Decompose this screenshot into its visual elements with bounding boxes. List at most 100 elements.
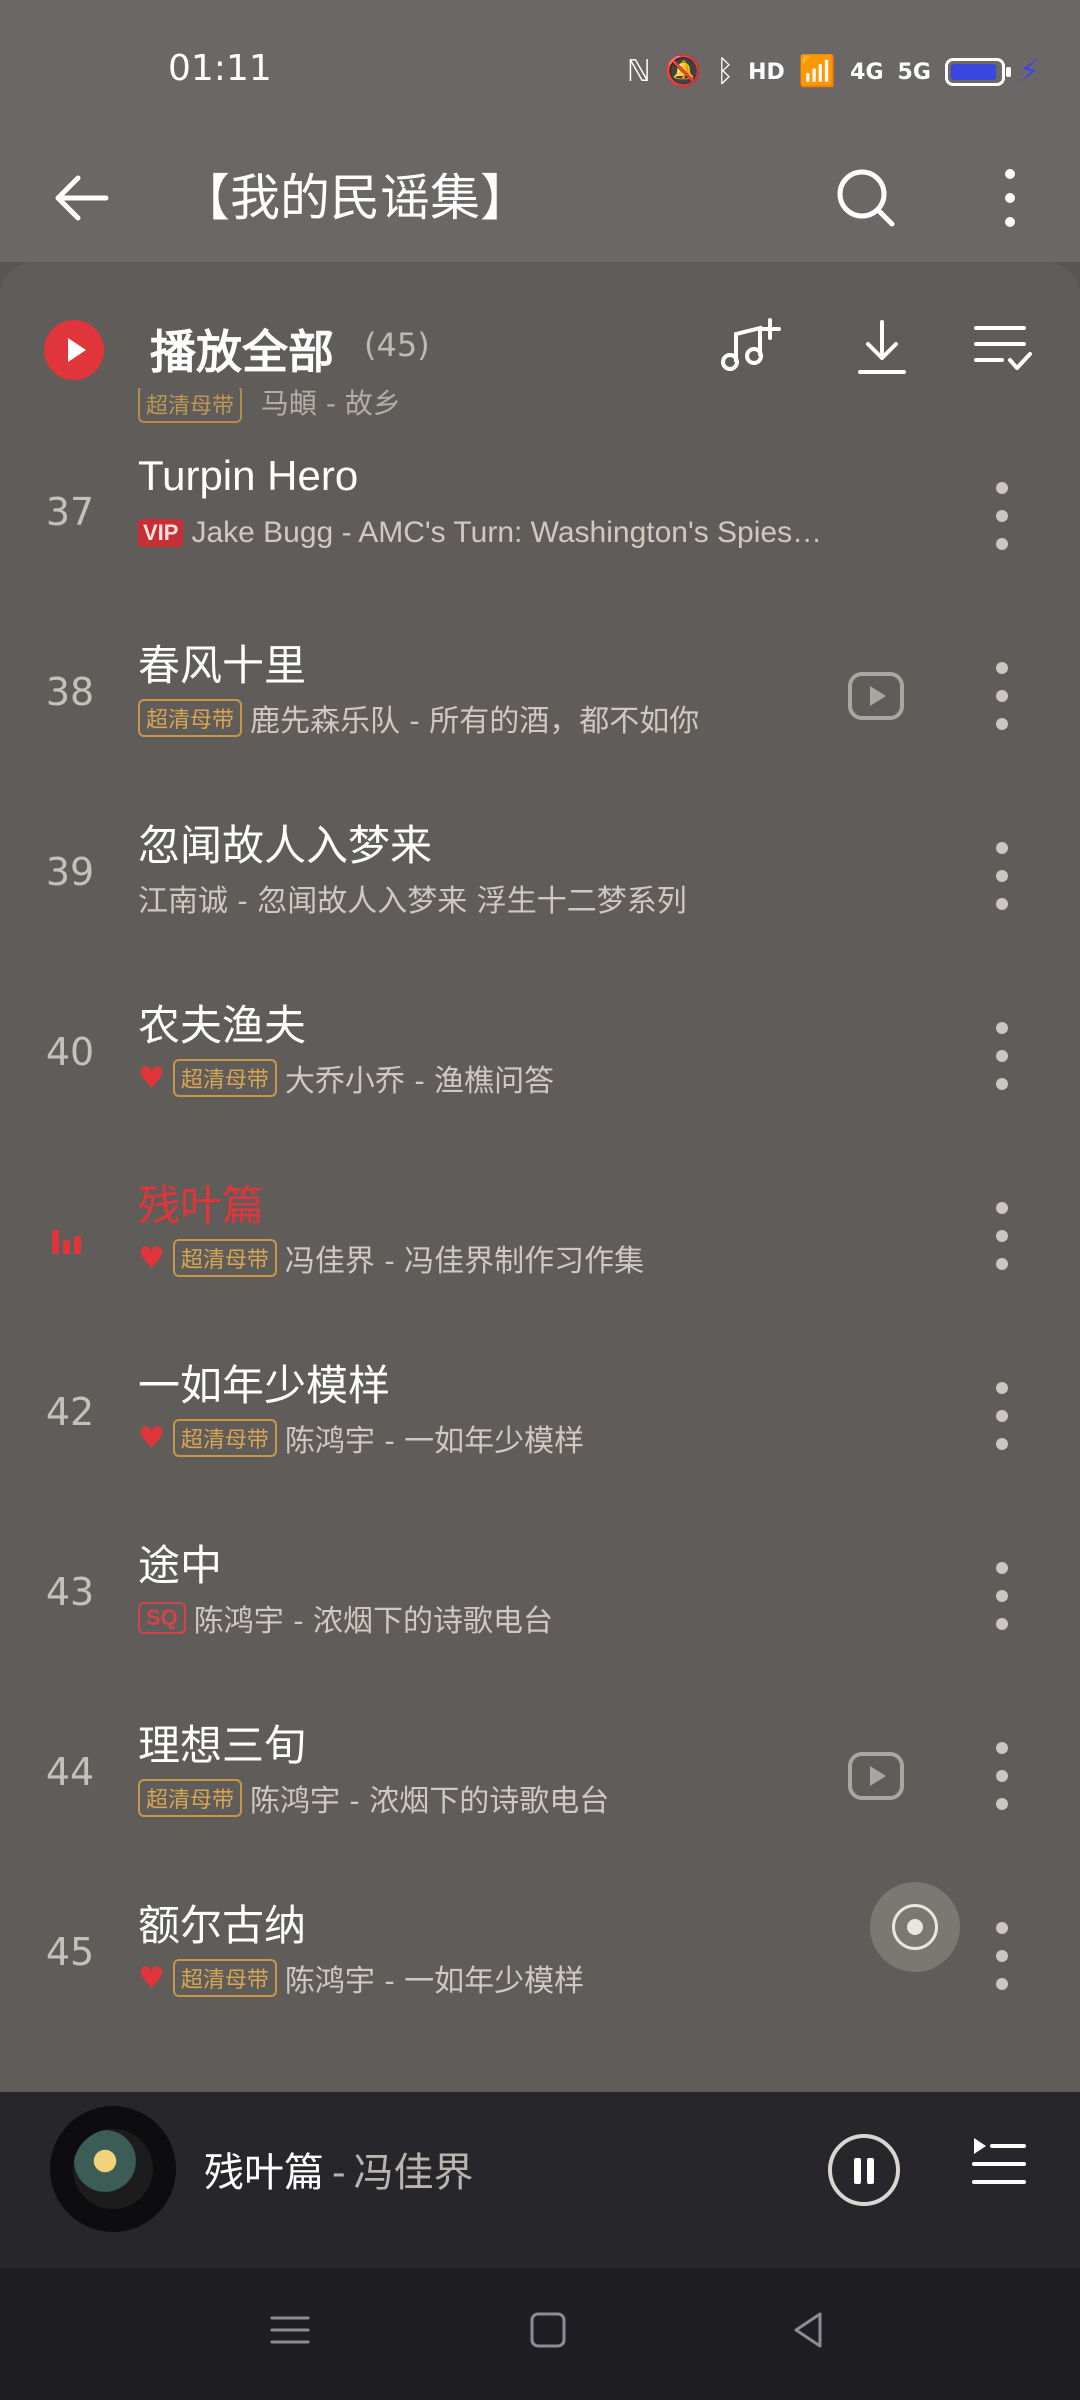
play-all-bar: 播放全部 (45) [0, 262, 1080, 388]
song-subtitle-line: ♥ 超清母带 大乔小乔 - 渔樵问答 [138, 1056, 938, 1100]
song-more-icon[interactable] [990, 1742, 1014, 1812]
bluetooth-icon: ᛒ [716, 54, 735, 89]
status-icons: ℕ 🔕 ᛒ HD 📶 4G 5G ⚡ [627, 48, 1040, 96]
system-navbar [0, 2268, 1080, 2400]
song-subtitle-line: 超清母带 鹿先森乐队 - 所有的酒，都不如你 [138, 696, 938, 740]
song-row[interactable]: 39 忽闻故人入梦来 江南诚 - 忽闻故人入梦来 浮生十二梦系列 [0, 790, 1080, 970]
wifi-icon: 📶 [798, 54, 837, 89]
now-playing-artist: 冯佳界 [353, 2150, 474, 2196]
nfc-icon: ℕ [626, 54, 651, 89]
download-icon[interactable] [846, 312, 918, 384]
album-disc[interactable] [50, 2106, 176, 2232]
play-icon[interactable] [44, 320, 104, 380]
now-playing-title: 残叶篇 [204, 2150, 324, 2196]
partial-song-row: 超清母带 马頔 - 故乡 [138, 382, 401, 423]
locate-icon[interactable] [870, 1882, 960, 1972]
song-title: Turpin Hero [138, 452, 359, 499]
song-subtitle: 大乔小乔 - 渔樵问答 [284, 1064, 555, 1099]
song-row-playing[interactable]: 残叶篇 ♥ 超清母带 冯佳界 - 冯佳界制作习作集 [0, 1150, 1080, 1330]
song-row[interactable]: 42 一如年少模样 ♥ 超清母带 陈鸿宇 - 一如年少模样 [0, 1330, 1080, 1510]
app-header: 【我的民谣集】 [0, 140, 1080, 262]
heart-icon: ♥ [138, 1060, 165, 1096]
now-playing-separator: - [332, 2150, 346, 2196]
quality-badge: 超清母带 [172, 1419, 277, 1457]
now-playing-text: 残叶篇 - 冯佳界 [204, 2140, 474, 2198]
song-subtitle-line: ♥ 超清母带 陈鸿宇 - 一如年少模样 [138, 1956, 938, 2000]
track-number: 39 [45, 850, 95, 894]
mini-player[interactable]: 残叶篇 - 冯佳界 [0, 2092, 1080, 2268]
song-title: 理想三旬 [138, 1721, 307, 1770]
home-nav-icon[interactable] [520, 2302, 576, 2358]
track-number: 40 [45, 1030, 95, 1074]
song-list-panel: 播放全部 (45) 超清母带 马頔 - 故乡 37 Turpin Hero VI… [0, 262, 1080, 2092]
song-more-icon[interactable] [990, 842, 1014, 912]
song-title: 一如年少模样 [138, 1361, 391, 1410]
song-subtitle: Jake Bugg - AMC's Turn: Washington's Spi… [191, 516, 823, 549]
back-nav-icon[interactable] [780, 2302, 836, 2358]
song-subtitle-line: ♥ 超清母带 陈鸿宇 - 一如年少模样 [138, 1416, 938, 1460]
song-more-icon[interactable] [990, 1022, 1014, 1092]
song-row[interactable]: 40 农夫渔夫 ♥ 超清母带 大乔小乔 - 渔樵问答 [0, 970, 1080, 1150]
back-arrow-icon[interactable] [44, 158, 124, 238]
charging-icon: ⚡ [1018, 54, 1040, 89]
song-more-icon[interactable] [990, 1202, 1014, 1272]
song-more-icon[interactable] [990, 482, 1014, 552]
song-count: (45) [364, 326, 430, 364]
vip-badge: VIP [138, 519, 184, 547]
quality-badge: 超清母带 [138, 385, 243, 423]
quality-badge: 超清母带 [172, 1959, 277, 1997]
song-row[interactable]: 44 理想三旬 超清母带 陈鸿宇 - 浓烟下的诗歌电台 [0, 1690, 1080, 1870]
song-subtitle: 马頔 - 故乡 [260, 387, 401, 420]
search-icon[interactable] [826, 158, 906, 238]
mute-icon: 🔕 [664, 54, 703, 89]
song-title: 春风十里 [138, 641, 307, 690]
song-subtitle: 鹿先森乐队 - 所有的酒，都不如你 [250, 704, 700, 739]
battery-icon [944, 58, 1011, 86]
video-icon[interactable] [848, 1752, 904, 1800]
track-number: 42 [45, 1390, 95, 1434]
status-time: 01:11 [168, 48, 272, 89]
song-subtitle: 陈鸿宇 - 浓烟下的诗歌电台 [250, 1784, 610, 1819]
menu-nav-icon[interactable] [262, 2302, 318, 2358]
track-number: 43 [45, 1570, 95, 1614]
video-icon[interactable] [848, 672, 904, 720]
manage-list-icon[interactable] [966, 312, 1038, 384]
song-more-icon[interactable] [990, 662, 1014, 732]
heart-icon: ♥ [138, 1960, 165, 1996]
track-number: 44 [45, 1750, 95, 1794]
play-all-label[interactable]: 播放全部 [150, 316, 334, 382]
song-title: 途中 [138, 1541, 223, 1590]
song-subtitle: 冯佳界 - 冯佳界制作习作集 [284, 1244, 645, 1279]
more-vertical-icon[interactable] [980, 158, 1040, 238]
song-more-icon[interactable] [990, 1922, 1014, 1992]
song-subtitle-line: 超清母带 陈鸿宇 - 浓烟下的诗歌电台 [138, 1776, 938, 1820]
song-subtitle: 陈鸿宇 - 一如年少模样 [284, 1964, 585, 1999]
page-title: 【我的民谣集】 [180, 169, 530, 227]
album-art [73, 2129, 153, 2209]
song-title: 残叶篇 [138, 1181, 265, 1230]
song-more-icon[interactable] [990, 1562, 1014, 1632]
song-row[interactable]: 38 春风十里 超清母带 鹿先森乐队 - 所有的酒，都不如你 [0, 610, 1080, 790]
playlist-icon[interactable] [970, 2134, 1028, 2192]
heart-icon: ♥ [138, 1240, 165, 1276]
quality-badge: 超清母带 [172, 1059, 277, 1097]
song-subtitle: 陈鸿宇 - 一如年少模样 [284, 1424, 585, 1459]
signal-5g-icon: 5G [897, 59, 931, 85]
song-title: 忽闻故人入梦来 [138, 821, 433, 870]
song-subtitle-line: ♥ 超清母带 冯佳界 - 冯佳界制作习作集 [138, 1236, 938, 1280]
song-subtitle: 江南诚 - 忽闻故人入梦来 浮生十二梦系列 [138, 884, 687, 919]
equalizer-icon [52, 1226, 86, 1254]
add-music-icon[interactable] [714, 312, 786, 384]
signal-4g-icon: 4G [850, 59, 884, 85]
song-more-icon[interactable] [990, 1382, 1014, 1452]
pause-icon[interactable] [828, 2134, 900, 2206]
song-subtitle-line: 江南诚 - 忽闻故人入梦来 浮生十二梦系列 [138, 876, 938, 920]
song-row[interactable]: 37 Turpin Hero VIP Jake Bugg - AMC's Tur… [0, 430, 1080, 610]
quality-badge: 超清母带 [138, 699, 243, 737]
song-row[interactable]: 43 途中 SQ 陈鸿宇 - 浓烟下的诗歌电台 [0, 1510, 1080, 1690]
track-number: 38 [45, 670, 95, 714]
hd-icon: HD [748, 59, 785, 85]
song-subtitle-line: SQ 陈鸿宇 - 浓烟下的诗歌电台 [138, 1596, 938, 1640]
song-title: 农夫渔夫 [138, 1001, 307, 1050]
song-subtitle-line: VIP Jake Bugg - AMC's Turn: Washington's… [138, 516, 938, 550]
